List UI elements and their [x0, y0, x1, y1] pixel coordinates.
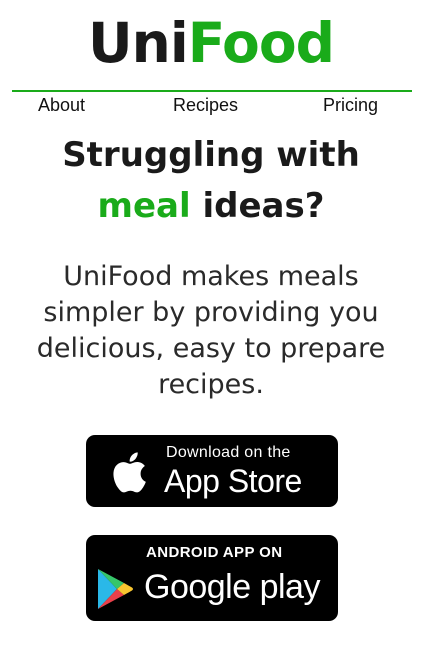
description-line: simpler by providing you: [43, 297, 379, 328]
app-store-badge[interactable]: Download on the App Store: [86, 435, 338, 507]
nav-pricing-link[interactable]: Pricing: [323, 94, 378, 116]
nav-recipes-link[interactable]: Recipes: [173, 94, 238, 116]
google-play-badge[interactable]: ANDROID APP ON Google play: [86, 535, 338, 621]
app-store-big-text: App Store: [164, 463, 302, 499]
app-store-small-text: Download on the: [166, 444, 291, 461]
hero-description: UniFood makes meals simpler by providing…: [16, 259, 406, 403]
nav-about-link[interactable]: About: [38, 94, 85, 116]
apple-icon: [113, 452, 146, 493]
description-line: UniFood makes meals: [63, 261, 359, 292]
google-play-small-text: ANDROID APP ON: [146, 544, 283, 561]
logo[interactable]: UniFood: [0, 8, 422, 78]
headline-line-2: meal ideas?: [0, 181, 422, 232]
description-line: delicious, easy to prepare: [36, 333, 386, 364]
logo-food: Food: [187, 11, 335, 75]
header-divider: [12, 90, 412, 92]
headline-accent-word: meal: [97, 186, 191, 226]
headline-rest: ideas?: [190, 186, 325, 226]
headline-line-1: Struggling with: [62, 135, 360, 175]
hero-headline: Struggling with meal ideas?: [0, 130, 422, 232]
google-play-big-text: Google play: [144, 568, 320, 606]
description-line: recipes.: [158, 369, 264, 400]
google-play-icon: [98, 569, 133, 609]
logo-uni: Uni: [88, 11, 189, 75]
